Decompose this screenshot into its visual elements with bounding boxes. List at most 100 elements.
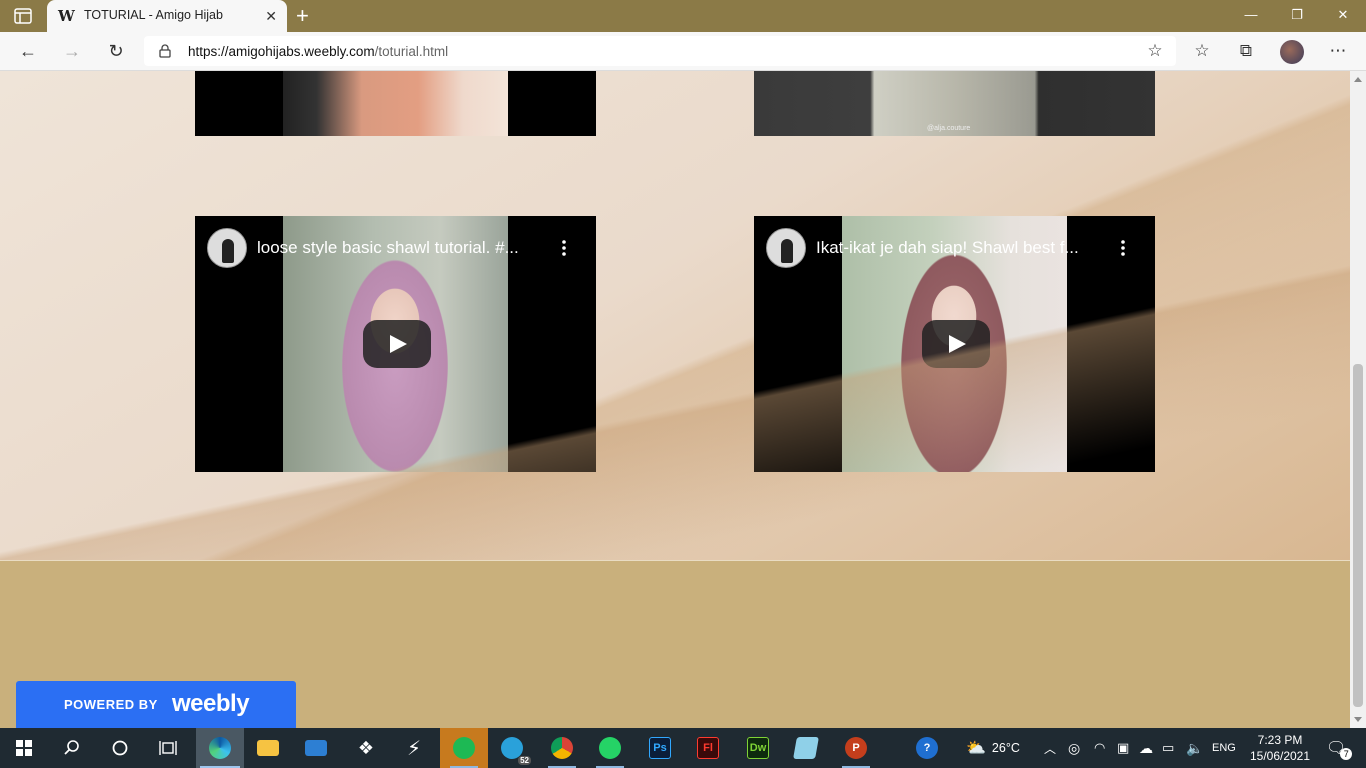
powered-by-weebly-badge[interactable]: POWERED BY weebly xyxy=(16,681,296,728)
browser-toolbar: ← → ↻ https://amigohijabs.weebly.com/tot… xyxy=(0,32,1366,71)
refresh-icon[interactable]: ↻ xyxy=(105,40,127,62)
start-button[interactable] xyxy=(0,728,48,768)
video-more-icon[interactable] xyxy=(562,240,566,256)
channel-avatar[interactable] xyxy=(766,228,806,268)
weather-widget[interactable]: ⛅ 26°C xyxy=(966,728,1020,768)
search-icon xyxy=(64,740,79,755)
cortana-button[interactable] xyxy=(96,728,144,768)
windows-taskbar: ❖ ⚡ 52 Ps Fl Dw P ? ⛅ 26°C ︿ ◎ ◠ ▣ ☁ ▭ 🔈… xyxy=(0,728,1366,768)
dropbox-icon: ❖ xyxy=(357,737,375,758)
notes-icon xyxy=(793,737,819,759)
collections-icon[interactable]: ⧉ xyxy=(1235,40,1257,62)
taskbar-dropbox[interactable]: ❖ xyxy=(342,728,390,768)
taskbar-dreamweaver[interactable]: Dw xyxy=(734,728,782,768)
chrome-icon xyxy=(551,737,573,759)
page-viewport: @alja.couture loose style basic shawl tu… xyxy=(0,71,1350,728)
address-bar[interactable]: https://amigohijabs.weebly.com/toturial.… xyxy=(144,36,1176,66)
tray-onedrive[interactable]: ☁ xyxy=(1139,728,1153,768)
tray-battery[interactable]: ▭ xyxy=(1162,728,1174,768)
taskbar-notes[interactable] xyxy=(782,728,830,768)
clock-date: 15/06/2021 xyxy=(1249,749,1311,763)
back-arrow-icon[interactable]: ← xyxy=(17,40,39,62)
video-embed-loose-style[interactable]: loose style basic shawl tutorial. #... xyxy=(195,216,596,472)
play-button-icon[interactable] xyxy=(363,320,431,368)
tab-actions-icon[interactable] xyxy=(14,8,32,24)
page-scrollbar[interactable] xyxy=(1350,71,1366,728)
tray-wifi[interactable]: ◠ xyxy=(1094,728,1105,768)
browser-tab[interactable]: W TOTURIAL - Amigo Hijab ✕ xyxy=(47,0,287,32)
more-options-icon[interactable]: ⋯ xyxy=(1327,40,1349,62)
video-title[interactable]: Ikat-ikat je dah siap! Shawl best f... xyxy=(816,238,1079,258)
title-bar: W TOTURIAL - Amigo Hijab ✕ + — ❐ ✕ xyxy=(0,0,1366,32)
taskbar-photoshop[interactable]: Ps xyxy=(636,728,684,768)
flash-icon: Fl xyxy=(697,737,719,759)
forward-arrow-icon[interactable]: → xyxy=(61,40,83,62)
scroll-thumb[interactable] xyxy=(1353,364,1363,707)
telegram-icon: 52 xyxy=(501,737,531,765)
show-hidden-icons[interactable]: ︿ xyxy=(1044,728,1056,768)
task-view-icon xyxy=(159,741,177,755)
favorites-icon[interactable]: ☆ xyxy=(1191,40,1213,62)
video-title[interactable]: loose style basic shawl tutorial. #... xyxy=(257,238,519,258)
taskbar-whatsapp[interactable] xyxy=(586,728,634,768)
video-thumbnail xyxy=(283,216,508,472)
video-embed-ikat-ikat[interactable]: Ikat-ikat je dah siap! Shawl best f... xyxy=(754,216,1155,472)
restore-button[interactable]: ❐ xyxy=(1287,7,1307,23)
lock-icon[interactable] xyxy=(159,44,171,58)
tray-volume[interactable]: 🔈 xyxy=(1186,728,1203,768)
help-icon: ? xyxy=(916,737,938,759)
channel-avatar[interactable] xyxy=(207,228,247,268)
mail-icon xyxy=(305,740,327,756)
wifi-icon: ◠ xyxy=(1094,740,1106,755)
search-button[interactable] xyxy=(48,728,96,768)
profile-avatar[interactable] xyxy=(1280,40,1304,64)
content-section: @alja.couture loose style basic shawl tu… xyxy=(0,71,1350,560)
taskbar-flash[interactable]: Fl xyxy=(684,728,732,768)
taskbar-spotify[interactable] xyxy=(440,728,488,768)
spotify-icon xyxy=(453,737,475,759)
cortana-icon xyxy=(112,740,128,756)
clock-time: 7:23 PM xyxy=(1257,733,1303,747)
scroll-down-arrow-icon[interactable] xyxy=(1354,717,1362,722)
task-view-button[interactable] xyxy=(144,728,192,768)
notification-count: 7 xyxy=(1340,748,1353,760)
camera-icon: ▣ xyxy=(1117,740,1130,755)
weebly-logo: weebly xyxy=(172,690,250,717)
close-window-button[interactable]: ✕ xyxy=(1333,7,1353,23)
tray-meet-now[interactable]: ▣ xyxy=(1117,728,1129,768)
taskbar-powerpoint[interactable]: P xyxy=(832,728,880,768)
weather-temperature: 26°C xyxy=(991,741,1020,755)
windows-icon xyxy=(16,740,32,756)
url-text[interactable]: https://amigohijabs.weebly.com/toturial.… xyxy=(188,44,448,59)
close-tab-icon[interactable]: ✕ xyxy=(265,8,277,24)
scroll-up-arrow-icon[interactable] xyxy=(1354,77,1362,82)
help-tray-item[interactable]: ? xyxy=(916,728,938,768)
play-button-icon[interactable] xyxy=(922,320,990,368)
minimize-button[interactable]: — xyxy=(1241,7,1261,22)
telegram-badge: 52 xyxy=(518,756,531,765)
video-watermark: @alja.couture xyxy=(927,125,971,132)
taskbar-file-explorer[interactable] xyxy=(244,728,292,768)
tray-icon-circle[interactable]: ◎ xyxy=(1068,728,1080,768)
system-clock[interactable]: 7:23 PM 15/06/2021 xyxy=(1243,732,1317,764)
video-thumbnail xyxy=(754,71,1155,136)
edge-icon xyxy=(209,737,231,759)
whatsapp-icon xyxy=(599,737,621,759)
add-favorite-icon[interactable]: ☆ xyxy=(1144,40,1166,62)
language-indicator[interactable]: ENG xyxy=(1212,728,1236,768)
video-thumbnail xyxy=(283,71,508,136)
taskbar-telegram[interactable]: 52 xyxy=(488,728,536,768)
taskbar-mail[interactable] xyxy=(292,728,340,768)
dreamweaver-icon: Dw xyxy=(747,737,769,759)
folder-icon xyxy=(257,740,279,756)
partly-cloudy-icon: ⛅ xyxy=(966,740,986,757)
battery-icon: ▭ xyxy=(1162,740,1175,755)
video-embed-top-right[interactable]: @alja.couture xyxy=(754,71,1155,136)
taskbar-app-s[interactable]: ⚡ xyxy=(390,728,438,768)
action-center[interactable]: 🗨 7 xyxy=(1326,728,1353,768)
taskbar-chrome[interactable] xyxy=(538,728,586,768)
video-embed-top-left[interactable] xyxy=(195,71,596,136)
taskbar-edge[interactable] xyxy=(196,728,244,768)
new-tab-button[interactable]: + xyxy=(296,5,309,27)
video-more-icon[interactable] xyxy=(1121,240,1125,256)
